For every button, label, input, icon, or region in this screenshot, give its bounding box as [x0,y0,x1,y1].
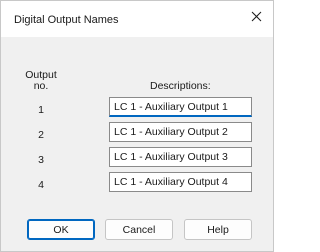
descriptions-header: Descriptions: [150,80,211,92]
cancel-button[interactable]: Cancel [105,219,173,240]
dialog-window: Digital Output Names Output no. Descript… [0,0,274,252]
output-no-header: Output no. [23,70,59,92]
row-number: 4 [38,179,44,191]
dialog-title: Digital Output Names [14,14,119,26]
row-number: 1 [38,104,44,116]
row-number: 3 [38,154,44,166]
ok-button[interactable]: OK [27,219,95,240]
title-bar[interactable]: Digital Output Names [1,1,273,37]
description-field-2[interactable] [109,122,252,142]
help-button[interactable]: Help [184,219,252,240]
close-button[interactable] [239,1,273,31]
description-field-3[interactable] [109,147,252,167]
description-field-4[interactable] [109,172,252,192]
output-no-header-line2: no. [33,80,49,92]
close-icon [251,11,261,21]
description-field-1[interactable] [109,97,252,117]
row-number: 2 [38,129,44,141]
